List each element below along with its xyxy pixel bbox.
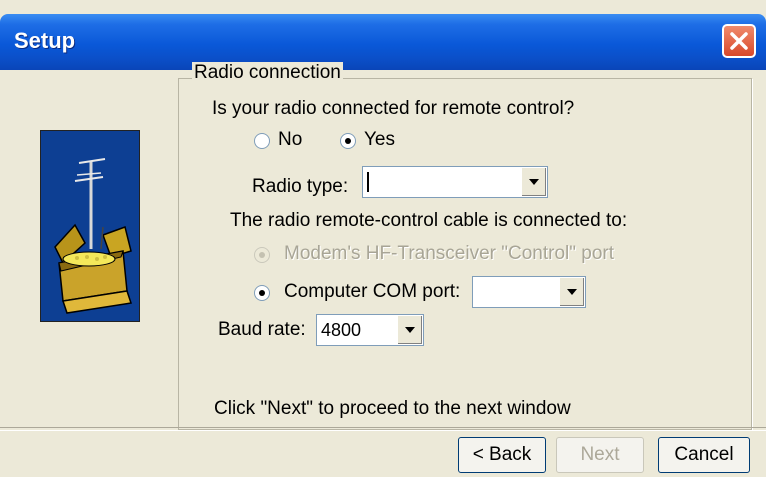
- group-legend: Radio connection: [192, 62, 343, 84]
- baud-rate-value: 4800: [321, 320, 362, 340]
- text-cursor: [367, 172, 369, 192]
- next-button[interactable]: Next: [556, 437, 644, 473]
- radio-modem-port-label: Modem's HF-Transceiver "Control" port: [284, 243, 614, 264]
- next-hint: Click "Next" to proceed to the next wind…: [214, 398, 571, 419]
- chevron-down-icon: [405, 327, 415, 333]
- radio-no-label[interactable]: No: [278, 129, 302, 151]
- title-bar[interactable]: Setup: [0, 14, 766, 70]
- chevron-down-icon: [529, 179, 539, 185]
- baud-rate-label: Baud rate:: [218, 319, 306, 340]
- radio-no[interactable]: [254, 133, 270, 149]
- chevron-down-icon: [567, 289, 577, 295]
- cancel-button[interactable]: Cancel: [658, 437, 750, 473]
- wizard-picture: [40, 130, 140, 322]
- radio-yes-label[interactable]: Yes: [364, 129, 395, 151]
- close-icon: [730, 32, 748, 50]
- setup-dialog: Setup Radio connection Is your radio con…: [0, 0, 766, 477]
- radio-type-label: Radio type:: [252, 176, 349, 197]
- back-button[interactable]: < Back: [458, 437, 546, 473]
- radio-box-antenna-icon: [54, 158, 132, 314]
- remote-control-question: Is your radio connected for remote contr…: [212, 98, 575, 119]
- com-port-dropdown-button[interactable]: [559, 278, 584, 306]
- radio-type-dropdown[interactable]: [362, 166, 548, 198]
- close-button[interactable]: [722, 24, 756, 58]
- window-title: Setup: [14, 28, 76, 53]
- radio-com-port[interactable]: [254, 285, 270, 301]
- cable-prompt: The radio remote-control cable is connec…: [230, 210, 628, 231]
- com-port-dropdown[interactable]: [472, 276, 586, 308]
- radio-type-dropdown-button[interactable]: [521, 168, 546, 196]
- radio-com-port-label[interactable]: Computer COM port:: [284, 281, 460, 303]
- radio-modem-port[interactable]: [254, 247, 270, 263]
- radio-yes[interactable]: [340, 133, 356, 149]
- baud-rate-dropdown-button[interactable]: [397, 316, 422, 344]
- baud-rate-dropdown[interactable]: 4800: [316, 314, 424, 346]
- button-divider: [0, 427, 766, 431]
